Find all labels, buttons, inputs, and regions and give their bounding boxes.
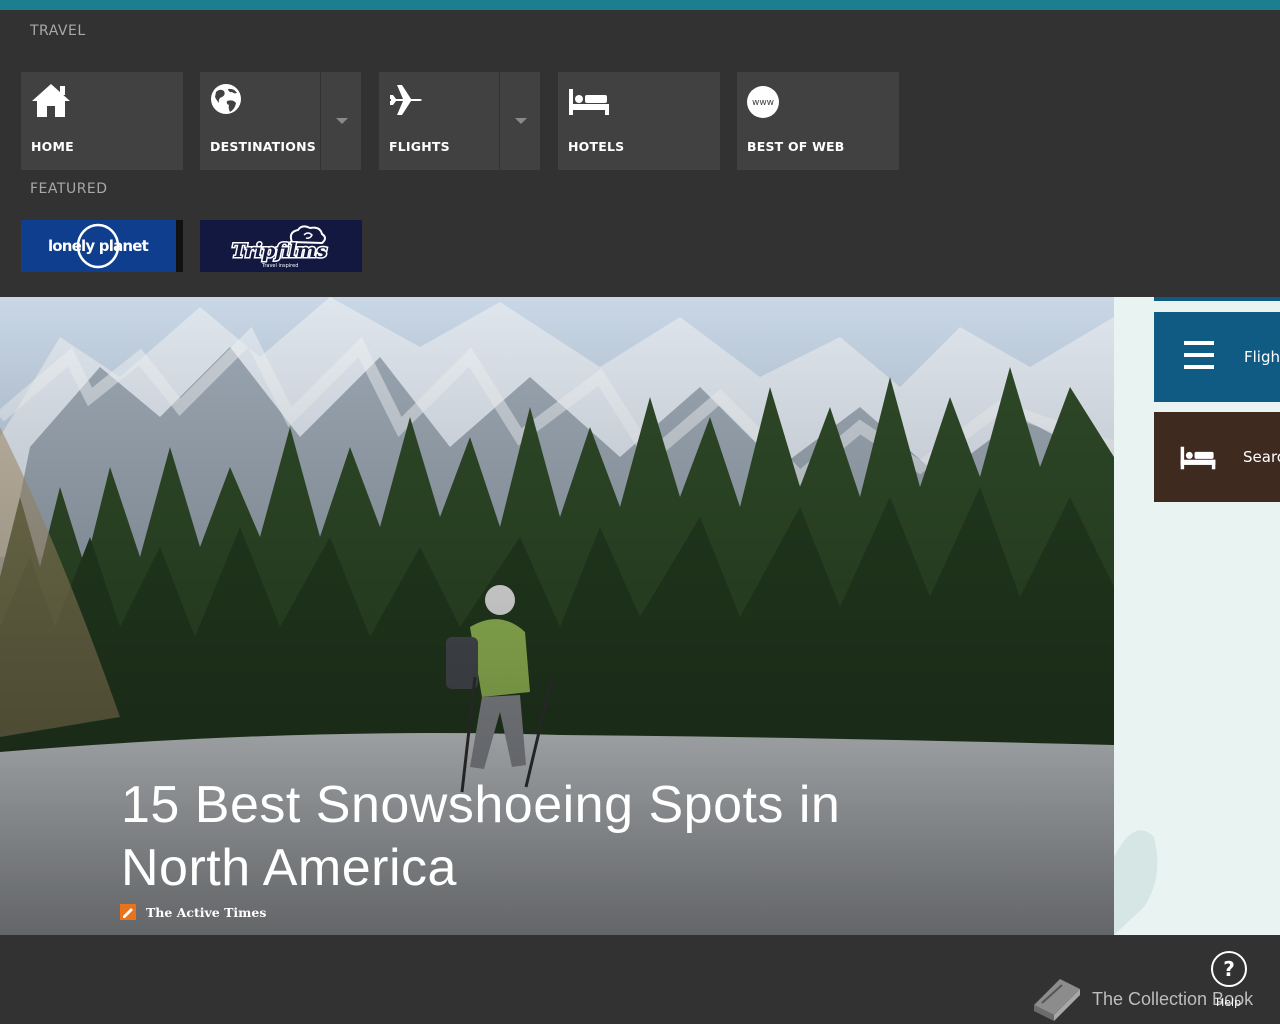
- flights-search-tile-label: Flight: [1244, 348, 1280, 366]
- help-label: Help: [1216, 996, 1242, 1009]
- svg-text:lonely planet: lonely planet: [48, 237, 149, 255]
- nav-tile-hotels-label: HOTELS: [568, 139, 625, 154]
- bed-icon: [569, 89, 609, 115]
- right-side-panel: Flight Searc: [1114, 297, 1280, 935]
- flights-search-tile[interactable]: Flight: [1154, 312, 1280, 402]
- flights-dropdown-button[interactable]: [500, 72, 540, 170]
- source-logo-icon: [120, 904, 136, 920]
- nav-tile-home[interactable]: HOME: [21, 72, 183, 170]
- svg-text:Tripfilms: Tripfilms: [232, 240, 327, 262]
- svg-text:www: www: [752, 98, 774, 108]
- hotel-search-tile[interactable]: Searc: [1154, 412, 1280, 502]
- headline-line-2: North America: [121, 839, 457, 897]
- article-source-name: The Active Times: [146, 904, 267, 920]
- nav-tile-flights[interactable]: FLIGHTS: [379, 72, 499, 170]
- accent-strip: [0, 0, 1280, 10]
- featured-tripfilms[interactable]: Tripfilms Travel inspired: [200, 220, 362, 272]
- travel-section-title: TRAVEL: [30, 23, 86, 39]
- nav-tile-destinations[interactable]: DESTINATIONS: [200, 72, 320, 170]
- airplane-icon: [390, 85, 422, 115]
- featured-lonely-planet[interactable]: lonely planet: [21, 220, 183, 272]
- nav-tile-flights-label: FLIGHTS: [389, 139, 450, 154]
- bed-icon: [1180, 446, 1216, 470]
- chevron-down-icon: [515, 118, 527, 124]
- chevron-down-icon: [336, 118, 348, 124]
- hotel-search-tile-label: Searc: [1243, 448, 1280, 466]
- book-icon: [1034, 979, 1080, 1021]
- nav-tile-best-of-web-label: BEST OF WEB: [747, 139, 845, 154]
- headline-line-1: 15 Best Snowshoeing Spots in: [121, 776, 841, 834]
- tripfilms-logo: Tripfilms Travel inspired: [200, 220, 362, 272]
- lonely-planet-logo: lonely planet: [21, 220, 183, 272]
- article-headline[interactable]: 15 Best Snowshoeing Spots in North Ameri…: [121, 774, 1021, 900]
- nav-tile-best-of-web[interactable]: www BEST OF WEB: [737, 72, 899, 170]
- nav-tile-home-label: HOME: [31, 139, 74, 154]
- nav-tile-destinations-label: DESTINATIONS: [210, 139, 316, 154]
- nav-tile-hotels[interactable]: HOTELS: [558, 72, 720, 170]
- globe-icon: [211, 84, 241, 114]
- article-source[interactable]: The Active Times: [120, 904, 266, 920]
- www-icon: www: [747, 86, 779, 118]
- destinations-dropdown-button[interactable]: [321, 72, 361, 170]
- tile-edge: [1154, 297, 1280, 301]
- help-button[interactable]: ?: [1211, 951, 1247, 987]
- menu-icon: [1184, 341, 1214, 369]
- featured-section-title: FEATURED: [30, 181, 108, 197]
- home-icon: [32, 84, 70, 117]
- svg-text:Travel inspired: Travel inspired: [261, 263, 298, 269]
- nav-bar-panel: TRAVEL HOME DESTINATIONS FLIGHTS HOTELS …: [0, 10, 1280, 297]
